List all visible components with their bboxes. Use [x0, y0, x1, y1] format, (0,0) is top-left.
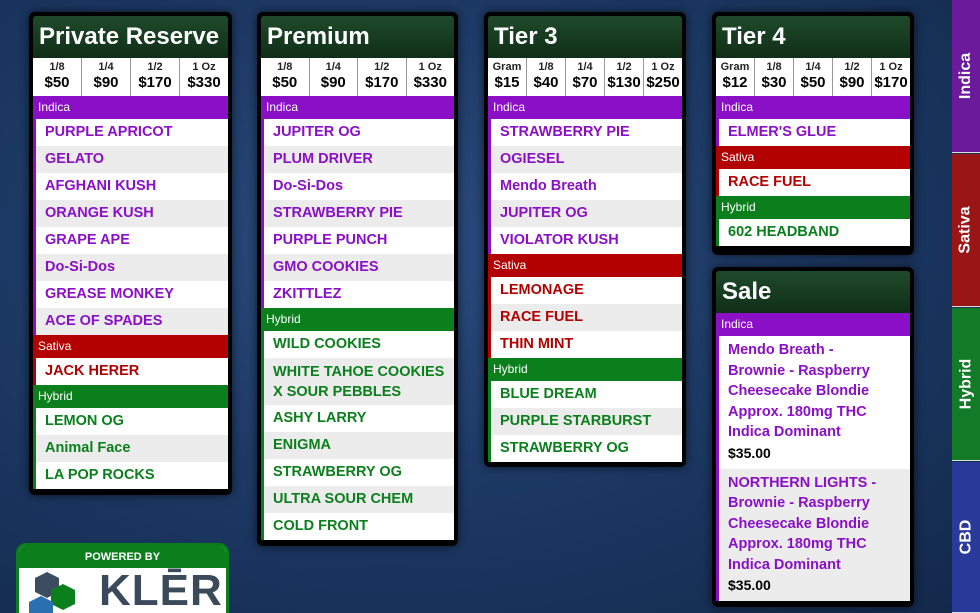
side-tab-indica[interactable]: Indica [952, 0, 980, 153]
list-item[interactable]: JUPITER OG [261, 119, 454, 146]
card-title: Tier 4 [716, 16, 910, 58]
logo-wordmark: KLĒR [99, 566, 223, 613]
category-indica: Indica [33, 96, 228, 119]
card-private-reserve: Private Reserve 1/8 $50 1/4 $90 1/2 $170 1 … [29, 12, 232, 495]
sale-item-name: NORTHERN LIGHTS - Brownie - Raspberry Ch… [728, 474, 877, 573]
sale-item-price: $35.00 [728, 577, 771, 593]
list-item[interactable]: ELMER'S GLUE [716, 119, 910, 146]
card-title: Tier 3 [488, 16, 682, 58]
sativa-list: LEMONAGE RACE FUEL THIN MINT [488, 277, 682, 358]
hexagon-logo-icon [29, 572, 75, 613]
list-item[interactable]: Animal Face [33, 435, 228, 462]
list-item[interactable]: RACE FUEL [488, 304, 682, 331]
hybrid-list: LEMON OG Animal Face LA POP ROCKS [33, 408, 228, 489]
list-item[interactable]: JUPITER OG [488, 200, 682, 227]
hybrid-list: 602 HEADBAND [716, 219, 910, 246]
list-item[interactable]: GRAPE APE [33, 227, 228, 254]
list-item[interactable]: GMO COOKIES [261, 254, 454, 281]
category-hybrid: Hybrid [261, 308, 454, 331]
list-item[interactable]: STRAWBERRY PIE [488, 119, 682, 146]
category-hybrid: Hybrid [488, 358, 682, 381]
list-item[interactable]: ULTRA SOUR CHEM [261, 486, 454, 513]
price-row: Gram $12 1/8 $30 1/4 $50 1/2 $90 1 Oz $170 [716, 58, 910, 96]
list-item[interactable]: Mendo Breath [488, 173, 682, 200]
list-item[interactable]: LEMON OG [33, 408, 228, 435]
category-hybrid: Hybrid [716, 196, 910, 219]
price-row: 1/8 $50 1/4 $90 1/2 $170 1 Oz $330 [261, 58, 454, 96]
hybrid-list: WILD COOKIES WHITE TAHOE COOKIES X SOUR … [261, 331, 454, 540]
card-title: Sale [716, 271, 910, 313]
price-row: Gram $15 1/8 $40 1/4 $70 1/2 $130 1 Oz $250 [488, 58, 682, 96]
list-item[interactable]: RACE FUEL [716, 169, 910, 196]
list-item[interactable]: LA POP ROCKS [33, 462, 228, 489]
list-item[interactable]: BLUE DREAM [488, 381, 682, 408]
list-item[interactable]: Do-Si-Dos [33, 254, 228, 281]
list-item[interactable]: STRAWBERRY PIE [261, 200, 454, 227]
hybrid-list: BLUE DREAM PURPLE STARBURST STRAWBERRY O… [488, 381, 682, 462]
indica-list: ELMER'S GLUE [716, 119, 910, 146]
price-row: 1/8 $50 1/4 $90 1/2 $170 1 Oz $330 [33, 58, 228, 96]
list-item[interactable]: GELATO [33, 146, 228, 173]
list-item[interactable]: ORANGE KUSH [33, 200, 228, 227]
sativa-list: JACK HERER [33, 358, 228, 385]
category-indica: Indica [488, 96, 682, 119]
side-tab-sativa[interactable]: Sativa [952, 154, 980, 307]
list-item[interactable]: LEMONAGE [488, 277, 682, 304]
list-item[interactable]: ZKITTLEZ [261, 281, 454, 308]
category-indica: Indica [261, 96, 454, 119]
card-premium: Premium 1/8 $50 1/4 $90 1/2 $170 1 Oz $330 I… [257, 12, 458, 546]
sale-item-name: Mendo Breath - Brownie - Raspberry Chees… [728, 342, 870, 440]
indica-list: PURPLE APRICOT GELATO AFGHANI KUSH ORANG… [33, 119, 228, 335]
list-item[interactable]: JACK HERER [33, 358, 228, 385]
kler-logo: POWERED BY KLĒR [16, 543, 229, 613]
sale-list: Mendo Breath - Brownie - Raspberry Chees… [716, 336, 910, 601]
category-sativa: Sativa [488, 254, 682, 277]
category-sativa: Sativa [33, 335, 228, 358]
list-item[interactable]: PURPLE PUNCH [261, 227, 454, 254]
sale-item-price: $35.00 [728, 444, 771, 461]
list-item[interactable]: PURPLE STARBURST [488, 408, 682, 435]
sale-item[interactable]: Mendo Breath - Brownie - Raspberry Chees… [716, 336, 910, 469]
list-item[interactable]: COLD FRONT [261, 513, 454, 540]
indica-list: JUPITER OG PLUM DRIVER Do-Si-Dos STRAWBE… [261, 119, 454, 308]
list-item[interactable]: 602 HEADBAND [716, 219, 910, 246]
sativa-list: RACE FUEL [716, 169, 910, 196]
list-item[interactable]: PURPLE APRICOT [33, 119, 228, 146]
logo-powered-by: POWERED BY [19, 546, 226, 568]
card-tier-4: Tier 4 Gram $12 1/8 $30 1/4 $50 1/2 $90 1 Oz… [712, 12, 914, 255]
list-item[interactable]: Do-Si-Dos [261, 173, 454, 200]
list-item[interactable]: ACE OF SPADES [33, 308, 228, 335]
category-indica: Indica [716, 96, 910, 119]
category-hybrid: Hybrid [33, 385, 228, 408]
list-item[interactable]: THIN MINT [488, 331, 682, 358]
list-item[interactable]: ENIGMA [261, 432, 454, 459]
side-tab-cbd[interactable]: CBD [952, 462, 980, 613]
list-item[interactable]: ASHY LARRY [261, 405, 454, 432]
list-item[interactable]: WHITE TAHOE COOKIES X SOUR PEBBLES [261, 358, 454, 405]
card-tier-3: Tier 3 Gram $15 1/8 $40 1/4 $70 1/2 $130 1 O… [484, 12, 686, 467]
list-item[interactable]: STRAWBERRY OG [488, 435, 682, 462]
side-tab-hybrid[interactable]: Hybrid [952, 308, 980, 461]
sale-item[interactable]: NORTHERN LIGHTS - Brownie - Raspberry Ch… [716, 468, 910, 601]
list-item[interactable]: OGIESEL [488, 146, 682, 173]
list-item[interactable]: STRAWBERRY OG [261, 459, 454, 486]
list-item[interactable]: AFGHANI KUSH [33, 173, 228, 200]
list-item[interactable]: PLUM DRIVER [261, 146, 454, 173]
card-sale: Sale Indica Mendo Breath - Brownie - Ras… [712, 267, 914, 607]
card-title: Private Reserve [33, 16, 228, 58]
category-sativa: Sativa [716, 146, 910, 169]
list-item[interactable]: VIOLATOR KUSH [488, 227, 682, 254]
side-tabs: Indica Sativa Hybrid CBD [952, 0, 980, 613]
card-title: Premium [261, 16, 454, 58]
list-item[interactable]: GREASE MONKEY [33, 281, 228, 308]
indica-list: STRAWBERRY PIE OGIESEL Mendo Breath JUPI… [488, 119, 682, 254]
category-indica: Indica [716, 313, 910, 336]
list-item[interactable]: WILD COOKIES [261, 331, 454, 358]
